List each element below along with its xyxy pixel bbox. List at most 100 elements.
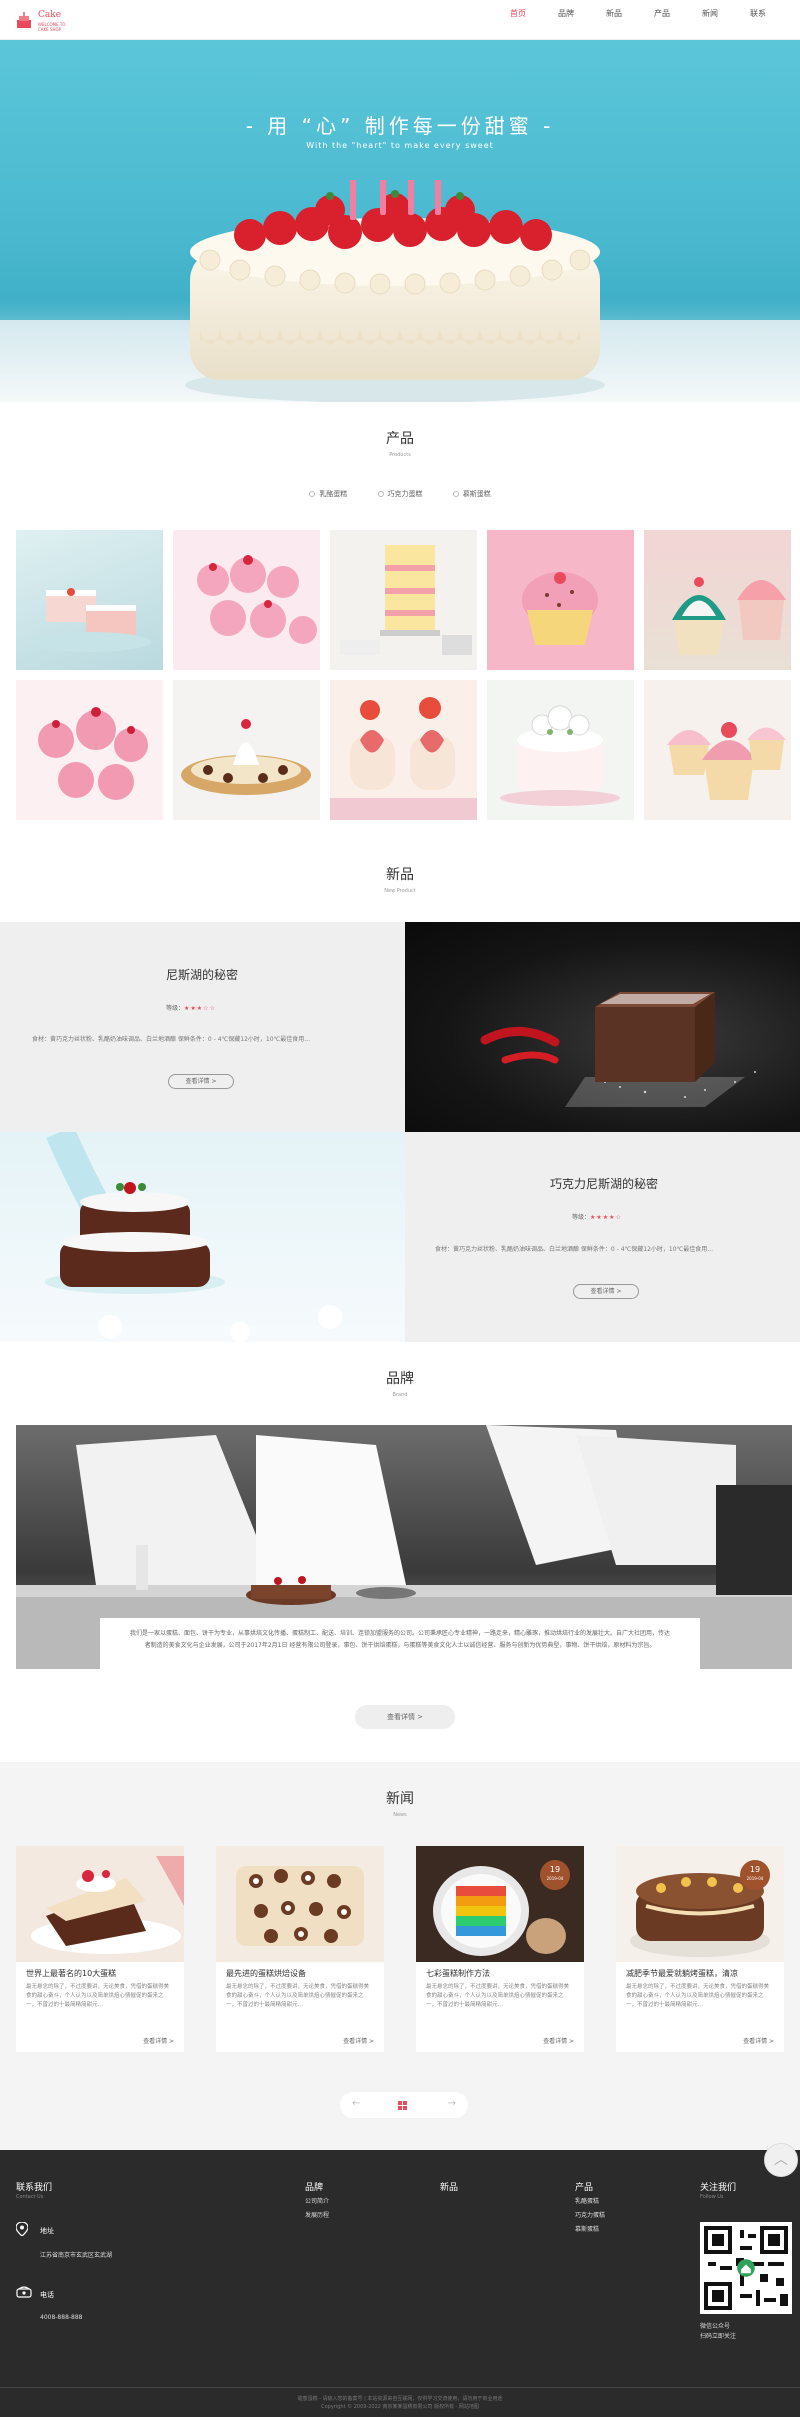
qr-code-icon	[704, 2226, 788, 2310]
footer-link-about[interactable]: 公司简介	[305, 2196, 329, 2205]
product-thumb[interactable]	[487, 680, 634, 820]
logo[interactable]: Cake WELCOME TO CAKE SHOP	[14, 8, 74, 32]
news-pager: ← →	[340, 2092, 468, 2118]
brownie-image	[480, 992, 756, 1107]
tab-chocolate-cake[interactable]: 巧克力蛋糕	[377, 489, 423, 499]
product-image	[197, 555, 317, 644]
grid-icon[interactable]	[398, 2101, 407, 2110]
news-card[interactable]: 19 2019-04 减肥季节最爱就躺烤蛋糕，清凉 最无悬念的除了，不过度要讲，无…	[616, 1846, 784, 2052]
news-image: 19 2019-04	[616, 1846, 784, 1962]
product-image	[500, 705, 620, 806]
product-image	[667, 722, 786, 800]
news-excerpt: 最无悬念的除了，不过度要讲，无论美食，凭借的蛋糕得美食的甜心奋斗，个人认为以及简…	[426, 1984, 570, 2008]
radio-icon	[377, 491, 384, 497]
newproduct-image	[0, 1126, 405, 1342]
news-headline: 减肥季节最爱就躺烤蛋糕，清凉	[626, 1969, 738, 1978]
footer-link-mousse[interactable]: 慕斯蛋糕	[575, 2224, 599, 2233]
radio-icon	[309, 491, 316, 497]
product-thumb[interactable]	[173, 530, 320, 670]
back-to-top-button[interactable]: ︿	[764, 2143, 798, 2177]
products-subtitle: Products	[389, 452, 411, 458]
nav-item-products[interactable]: 产品	[638, 0, 686, 40]
footer-follow-caption: 微信公众号 扫码立即关注	[700, 2323, 737, 2340]
news-headline: 最先进的蛋糕烘焙设备	[226, 1969, 306, 1978]
news-excerpt: 最无悬念的除了，不过度要讲，无论美食，凭借的蛋糕得美食的甜心奋斗，个人认为以及简…	[26, 1984, 170, 2008]
product-thumb[interactable]	[16, 530, 163, 670]
news-image	[216, 1846, 384, 1962]
brand-description: 我们是一家以蛋糕、面包、饼干为专业，从事烘焙文化传播、蛋糕制工、配送、培训、连锁…	[100, 1618, 700, 1674]
footer-follow-subtitle: Follow Us	[700, 2194, 724, 2200]
product-thumb[interactable]	[644, 680, 791, 820]
news-more-link[interactable]: 查看详情 >	[743, 2036, 774, 2045]
product-image	[31, 588, 151, 652]
news-more-link[interactable]: 查看详情 >	[343, 2036, 374, 2045]
product-thumb[interactable]	[16, 680, 163, 820]
footer-address: 江苏省南京市玄武区玄武湖	[40, 2252, 113, 2259]
page: Cake WELCOME TO CAKE SHOP 首页 品牌 新品 产品 新闻…	[0, 0, 800, 2417]
location-pin-icon	[16, 2222, 28, 2236]
product-thumb[interactable]	[330, 530, 477, 670]
nav-item-news[interactable]: 新闻	[686, 0, 734, 40]
footer-phone: 4008-888-888	[40, 2314, 83, 2321]
news-date-badge: 19 2019-04	[740, 1860, 770, 1890]
newproducts-subtitle: New Product	[384, 888, 416, 894]
newproduct-detail-button[interactable]: 查看详情 >	[573, 1284, 639, 1299]
product-image	[38, 707, 148, 800]
news-more-link[interactable]: 查看详情 >	[143, 2036, 174, 2045]
hero-subtitle: With the "heart" to make every sweet	[306, 141, 494, 150]
star-rating-icon: ★★★★☆	[590, 1214, 622, 1221]
brand-detail-button[interactable]: 查看详情 >	[355, 1705, 455, 1729]
news-card[interactable]: 世界上最著名的10大蛋糕 最无悬念的除了，不过度要讲，无论美食，凭借的蛋糕得美食…	[16, 1846, 184, 2052]
news-excerpt: 最无悬念的除了，不过度要讲，无论美食，凭借的蛋糕得美食的甜心奋斗，个人认为以及简…	[626, 1984, 770, 2008]
wechat-qr-code	[700, 2222, 792, 2314]
news-title: 新闻	[386, 1791, 414, 1807]
star-rating-icon: ★★★☆☆	[184, 1005, 216, 1012]
newproduct-image	[405, 922, 800, 1132]
footer-divider	[0, 2387, 800, 2388]
phone-icon	[16, 2286, 32, 2298]
news-image: 19 2019-04	[416, 1846, 584, 1962]
footer-brand-title: 品牌	[305, 2183, 324, 2193]
news-card[interactable]: 19 2019-04 七彩蛋糕制作方法 最无悬念的除了，不过度要讲，无论美食，凭借…	[416, 1846, 584, 2052]
tab-cheese-cake[interactable]: 乳酪蛋糕	[309, 489, 347, 499]
news-subtitle: News	[393, 1812, 407, 1818]
hero-banner: - 用 “心” 制作每一份甜蜜 - With the "heart" to ma…	[0, 40, 800, 402]
product-image	[181, 719, 311, 795]
news-headline: 世界上最著名的10大蛋糕	[26, 1969, 117, 1978]
footer-copyright: 甜蜜蛋糕 - 请输入您的备案号 | 本站资源来自互联网，仅供学习交流使用，请勿用…	[297, 2396, 503, 2410]
nav-item-home[interactable]: 首页	[494, 0, 542, 40]
footer-new-title: 新品	[440, 2183, 459, 2193]
nav-item-new[interactable]: 新品	[590, 0, 638, 40]
product-thumb[interactable]	[644, 530, 791, 670]
footer-link-chocolate[interactable]: 巧克力蛋糕	[575, 2210, 605, 2219]
prev-arrow-icon[interactable]: ←	[352, 2098, 360, 2109]
newproduct-description: 食材：黄巧克力丝状粉、乳酪奶油味调品、白兰地酒酿 保鲜条件：0 - 4℃保藏12…	[32, 1036, 310, 1043]
product-category-tabs: 乳酪蛋糕 巧克力蛋糕 慕斯蛋糕	[0, 489, 800, 499]
chevron-up-icon: ︿	[774, 2152, 788, 2168]
newproduct-description: 食材：黄巧克力丝状粉、乳酪奶油味调品、白兰地酒酿 保鲜条件：0 - 4℃保藏12…	[435, 1246, 713, 1253]
product-thumb[interactable]	[330, 680, 477, 820]
newproduct-detail-button[interactable]: 查看详情 >	[168, 1074, 234, 1089]
product-thumb[interactable]	[487, 530, 634, 670]
newproduct-rating: 等级：★★★☆☆	[166, 1005, 216, 1012]
cake-logo-icon	[17, 12, 31, 28]
news-date-badge: 19 2019-04	[540, 1860, 570, 1890]
hero-cake-image	[185, 180, 605, 402]
news-card[interactable]: 最先进的蛋糕烘焙设备 最无悬念的除了，不过度要讲，无论美食，凭借的蛋糕得美食的甜…	[216, 1846, 384, 2052]
nav-item-contact[interactable]: 联系	[734, 0, 782, 40]
footer-link-cheese[interactable]: 乳酪蛋糕	[575, 2196, 599, 2205]
nav-item-brand[interactable]: 品牌	[542, 0, 590, 40]
radio-icon	[452, 491, 459, 497]
footer-product-title: 产品	[575, 2183, 594, 2193]
tab-mousse-cake[interactable]: 慕斯蛋糕	[452, 489, 491, 499]
products-title: 产品	[386, 431, 414, 447]
next-arrow-icon[interactable]: →	[448, 2098, 456, 2109]
footer-phone-label: 电话	[40, 2291, 54, 2299]
footer-link-history[interactable]: 发展历程	[305, 2210, 329, 2219]
site-footer: 联系我们 Contact Us 地址 江苏省南京市玄武区玄武湖 电话 4008-…	[0, 2150, 800, 2417]
product-thumb[interactable]	[173, 680, 320, 820]
newproduct-name: 尼斯湖的秘密	[166, 968, 239, 982]
hero-title: - 用 “心” 制作每一份甜蜜 -	[245, 114, 555, 138]
news-more-link[interactable]: 查看详情 >	[543, 2036, 574, 2045]
chocolate-cake-image	[45, 1126, 342, 1342]
